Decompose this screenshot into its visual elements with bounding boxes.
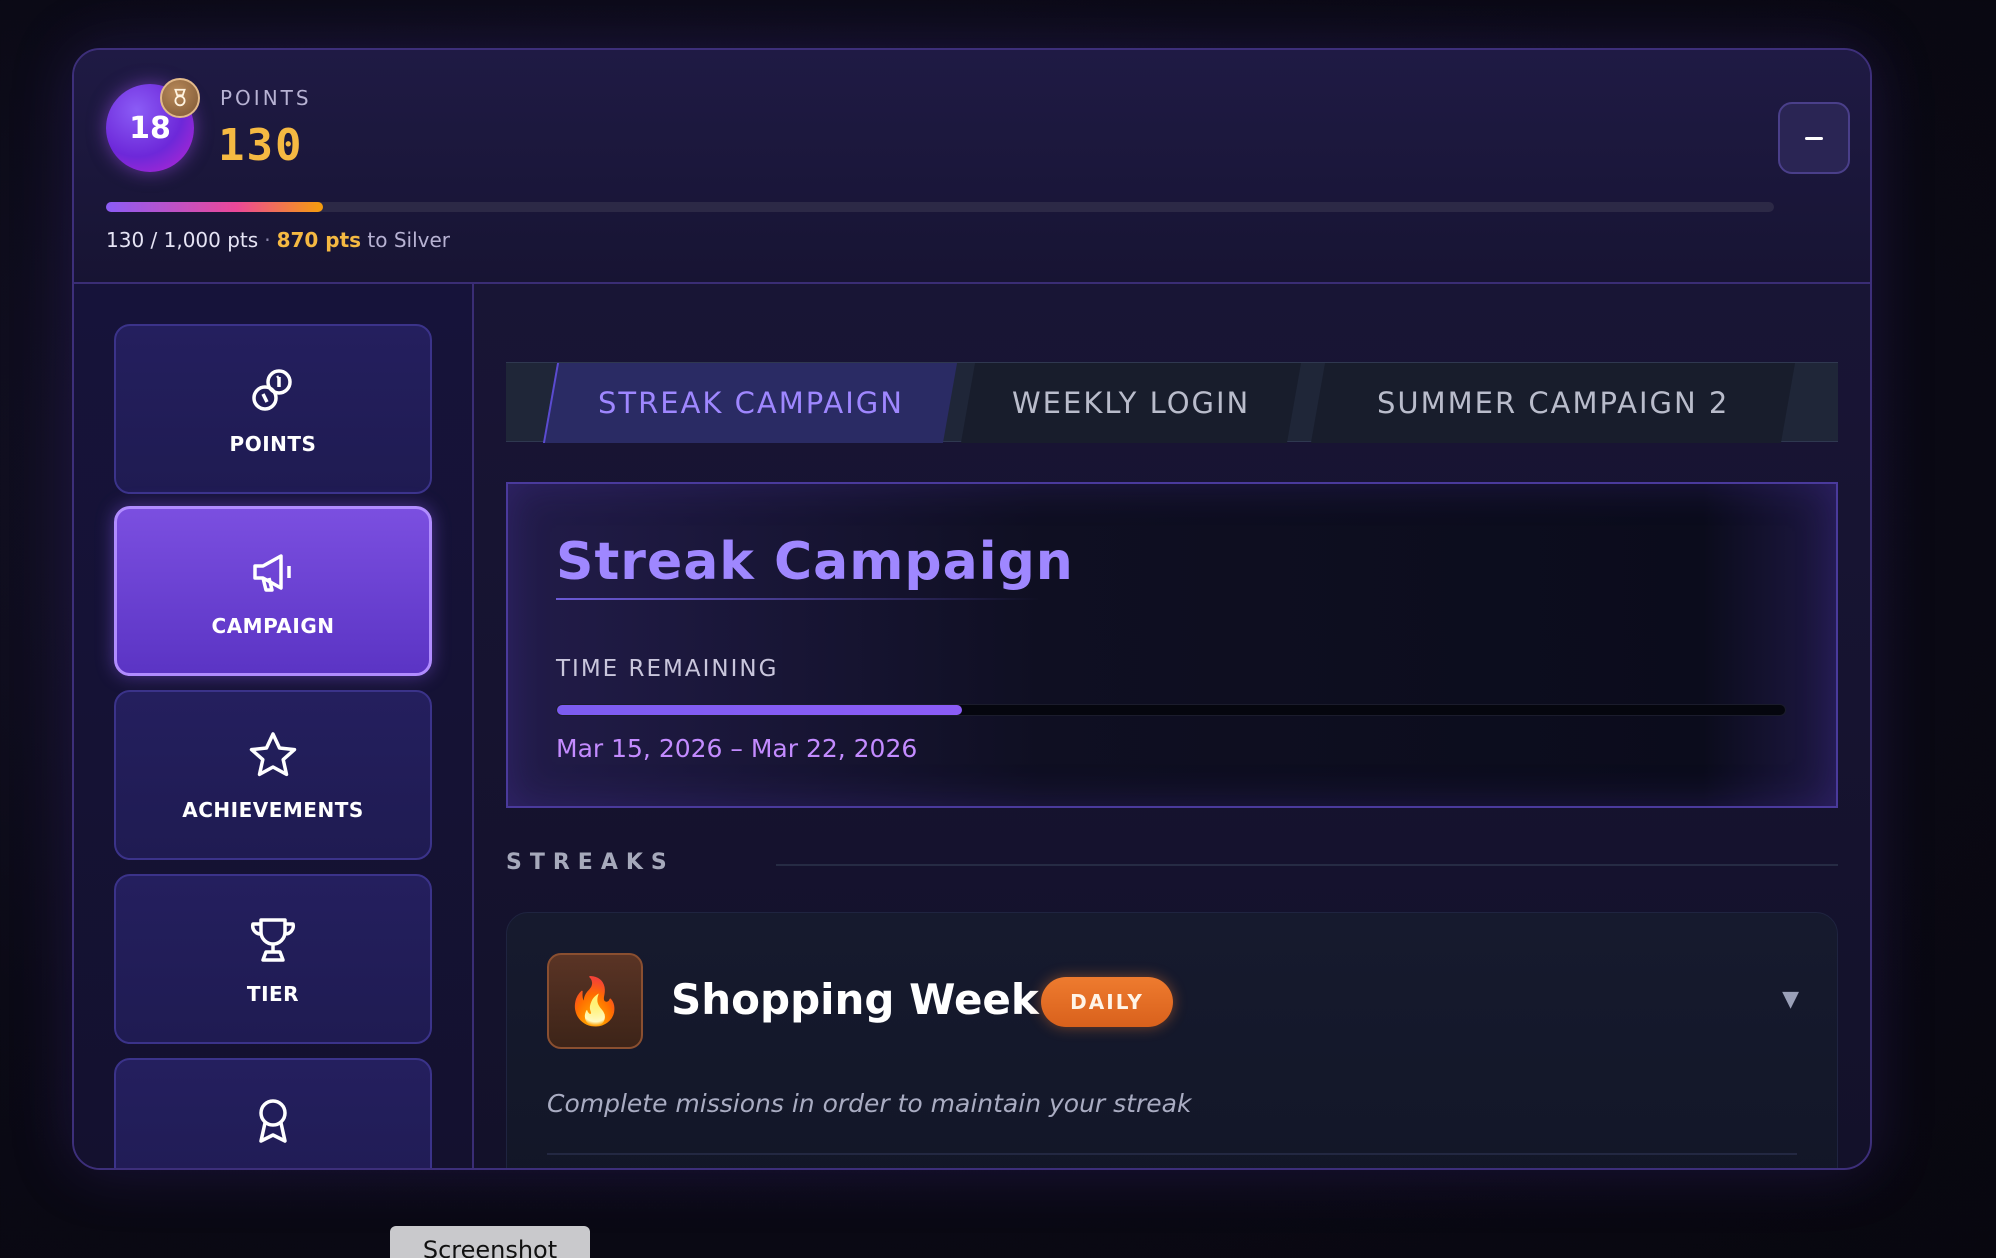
sidebar-item-campaign[interactable]: CAMPAIGN [114, 506, 432, 676]
title-underline [556, 598, 1040, 600]
sidebar-item-label: POINTS [229, 432, 317, 456]
medal-icon [160, 78, 200, 118]
tier-progress-fill [106, 202, 323, 212]
campaign-tabs: STREAK CAMPAIGN WEEKLY LOGIN SUMMER CAMP… [506, 362, 1838, 443]
tab-streak-campaign[interactable]: STREAK CAMPAIGN [542, 363, 958, 443]
campaign-title: Streak Campaign [556, 532, 1074, 592]
sidebar: POINTS CAMPAIGN ACHIEVEMENTS TIER [74, 284, 474, 1168]
section-divider [776, 864, 1838, 866]
campaign-card: Streak Campaign TIME REMAINING Mar 15, 2… [506, 482, 1838, 808]
points-to-next: 870 pts [276, 228, 362, 252]
tab-summer-campaign-2[interactable]: SUMMER CAMPAIGN 2 [1310, 363, 1796, 443]
streak-card[interactable]: 🔥 Shopping Week DAILY ▼ Complete mission… [506, 912, 1838, 1168]
rewards-panel: 18 POINTS 130 130 / 1,000 pts · 870 pts to… [72, 48, 1872, 1170]
tab-label: STREAK CAMPAIGN [598, 386, 904, 420]
screenshot-button[interactable]: Screenshot [390, 1226, 590, 1258]
tab-label: WEEKLY LOGIN [1011, 386, 1251, 420]
tier-progress-text: 130 / 1,000 pts · 870 pts to Silver [106, 228, 450, 252]
campaign-date-range: Mar 15, 2026 – Mar 22, 2026 [556, 734, 918, 763]
fire-icon: 🔥 [547, 953, 643, 1049]
frequency-badge: DAILY [1041, 977, 1173, 1027]
streak-divider [547, 1153, 1797, 1155]
coins-icon [252, 369, 292, 411]
progress-separator: · [264, 228, 271, 252]
time-remaining-bar [556, 704, 1786, 716]
next-tier-text: to Silver [367, 228, 451, 252]
points-label: POINTS [220, 86, 312, 110]
megaphone-icon [253, 554, 291, 592]
sidebar-item-points[interactable]: POINTS [114, 324, 432, 494]
time-remaining-fill [557, 705, 963, 715]
sidebar-item-badges[interactable] [114, 1058, 432, 1168]
sidebar-item-tier[interactable]: TIER [114, 874, 432, 1044]
points-header: 18 POINTS 130 130 / 1,000 pts · 870 pts to… [74, 50, 1870, 284]
tier-progress-bar [106, 202, 1774, 212]
minimize-icon [1805, 136, 1823, 140]
points-value: 130 [218, 120, 304, 171]
streak-name: Shopping Week [671, 975, 1039, 1024]
level-number: 18 [129, 110, 171, 146]
streaks-section-title: STREAKS [506, 850, 675, 875]
campaign-content: STREAK CAMPAIGN WEEKLY LOGIN SUMMER CAMP… [474, 284, 1870, 1168]
star-icon [249, 732, 297, 777]
chevron-down-icon[interactable]: ▼ [1782, 987, 1799, 1012]
sidebar-item-label: ACHIEVEMENTS [182, 798, 364, 822]
progress-current: 130 / 1,000 pts [106, 228, 259, 252]
minimize-button[interactable] [1778, 102, 1850, 174]
sidebar-item-label: TIER [246, 982, 300, 1006]
sidebar-item-label: CAMPAIGN [211, 614, 335, 638]
tab-weekly-login[interactable]: WEEKLY LOGIN [960, 363, 1302, 443]
tab-label: SUMMER CAMPAIGN 2 [1376, 386, 1730, 420]
time-remaining-label: TIME REMAINING [556, 656, 779, 682]
sidebar-item-achievements[interactable]: ACHIEVEMENTS [114, 690, 432, 860]
ribbon-icon [259, 1099, 287, 1143]
trophy-icon [251, 918, 295, 962]
streak-description: Complete missions in order to maintain y… [547, 1089, 1192, 1118]
